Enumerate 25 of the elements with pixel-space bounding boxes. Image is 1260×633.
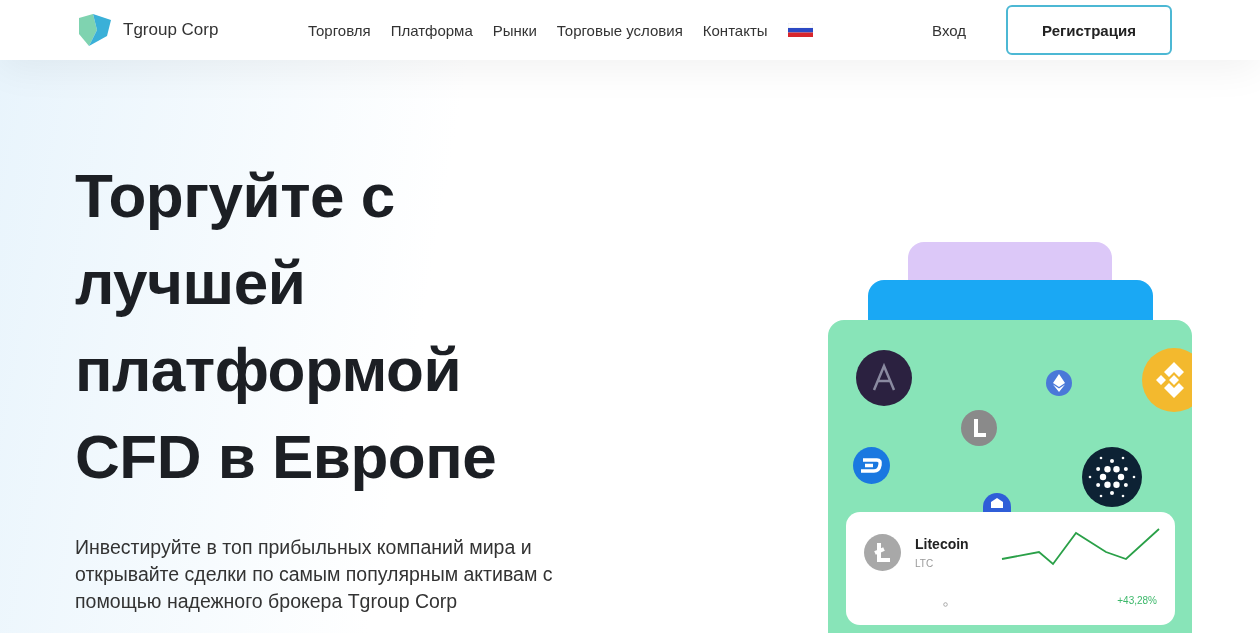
nav-link[interactable]: Торговые условия bbox=[556, 21, 683, 39]
dot-icon bbox=[943, 602, 948, 607]
nav-link[interactable]: Рынки bbox=[492, 21, 537, 39]
nav-link[interactable]: Торговля bbox=[308, 21, 371, 39]
coin-ticker: LTC bbox=[915, 558, 934, 569]
login-link[interactable]: Вход bbox=[932, 21, 966, 39]
dash-icon bbox=[853, 447, 890, 484]
nav-link[interactable]: Контакты bbox=[702, 21, 768, 39]
litecoin-icon bbox=[961, 410, 997, 446]
hero-description: Инвестируйте в топ прибыльных компаний мира и открывайте сделки по самым популярным активам с помощью надежного брокера Tgroup Corp bbox=[75, 535, 554, 614]
litecoin-icon bbox=[864, 534, 901, 571]
cardano-icon bbox=[1082, 447, 1142, 507]
ethereum-icon bbox=[1046, 370, 1072, 396]
headline: платформой bbox=[75, 334, 462, 406]
binance-icon bbox=[1142, 348, 1192, 412]
register-button[interactable]: Регистрация bbox=[1006, 5, 1172, 55]
price-change: +43,28% bbox=[1117, 595, 1157, 606]
headline: Торгуйте с bbox=[75, 160, 395, 232]
coin-name: Litecoin bbox=[915, 536, 969, 552]
coin-icon bbox=[856, 350, 912, 406]
nav-link[interactable]: Платформа bbox=[390, 21, 473, 39]
russian-flag-icon[interactable] bbox=[787, 23, 813, 37]
headline: CFD в Европе bbox=[75, 421, 497, 493]
headline: лучшей bbox=[75, 247, 306, 319]
brand-name: Tgroup Corp bbox=[123, 20, 219, 40]
